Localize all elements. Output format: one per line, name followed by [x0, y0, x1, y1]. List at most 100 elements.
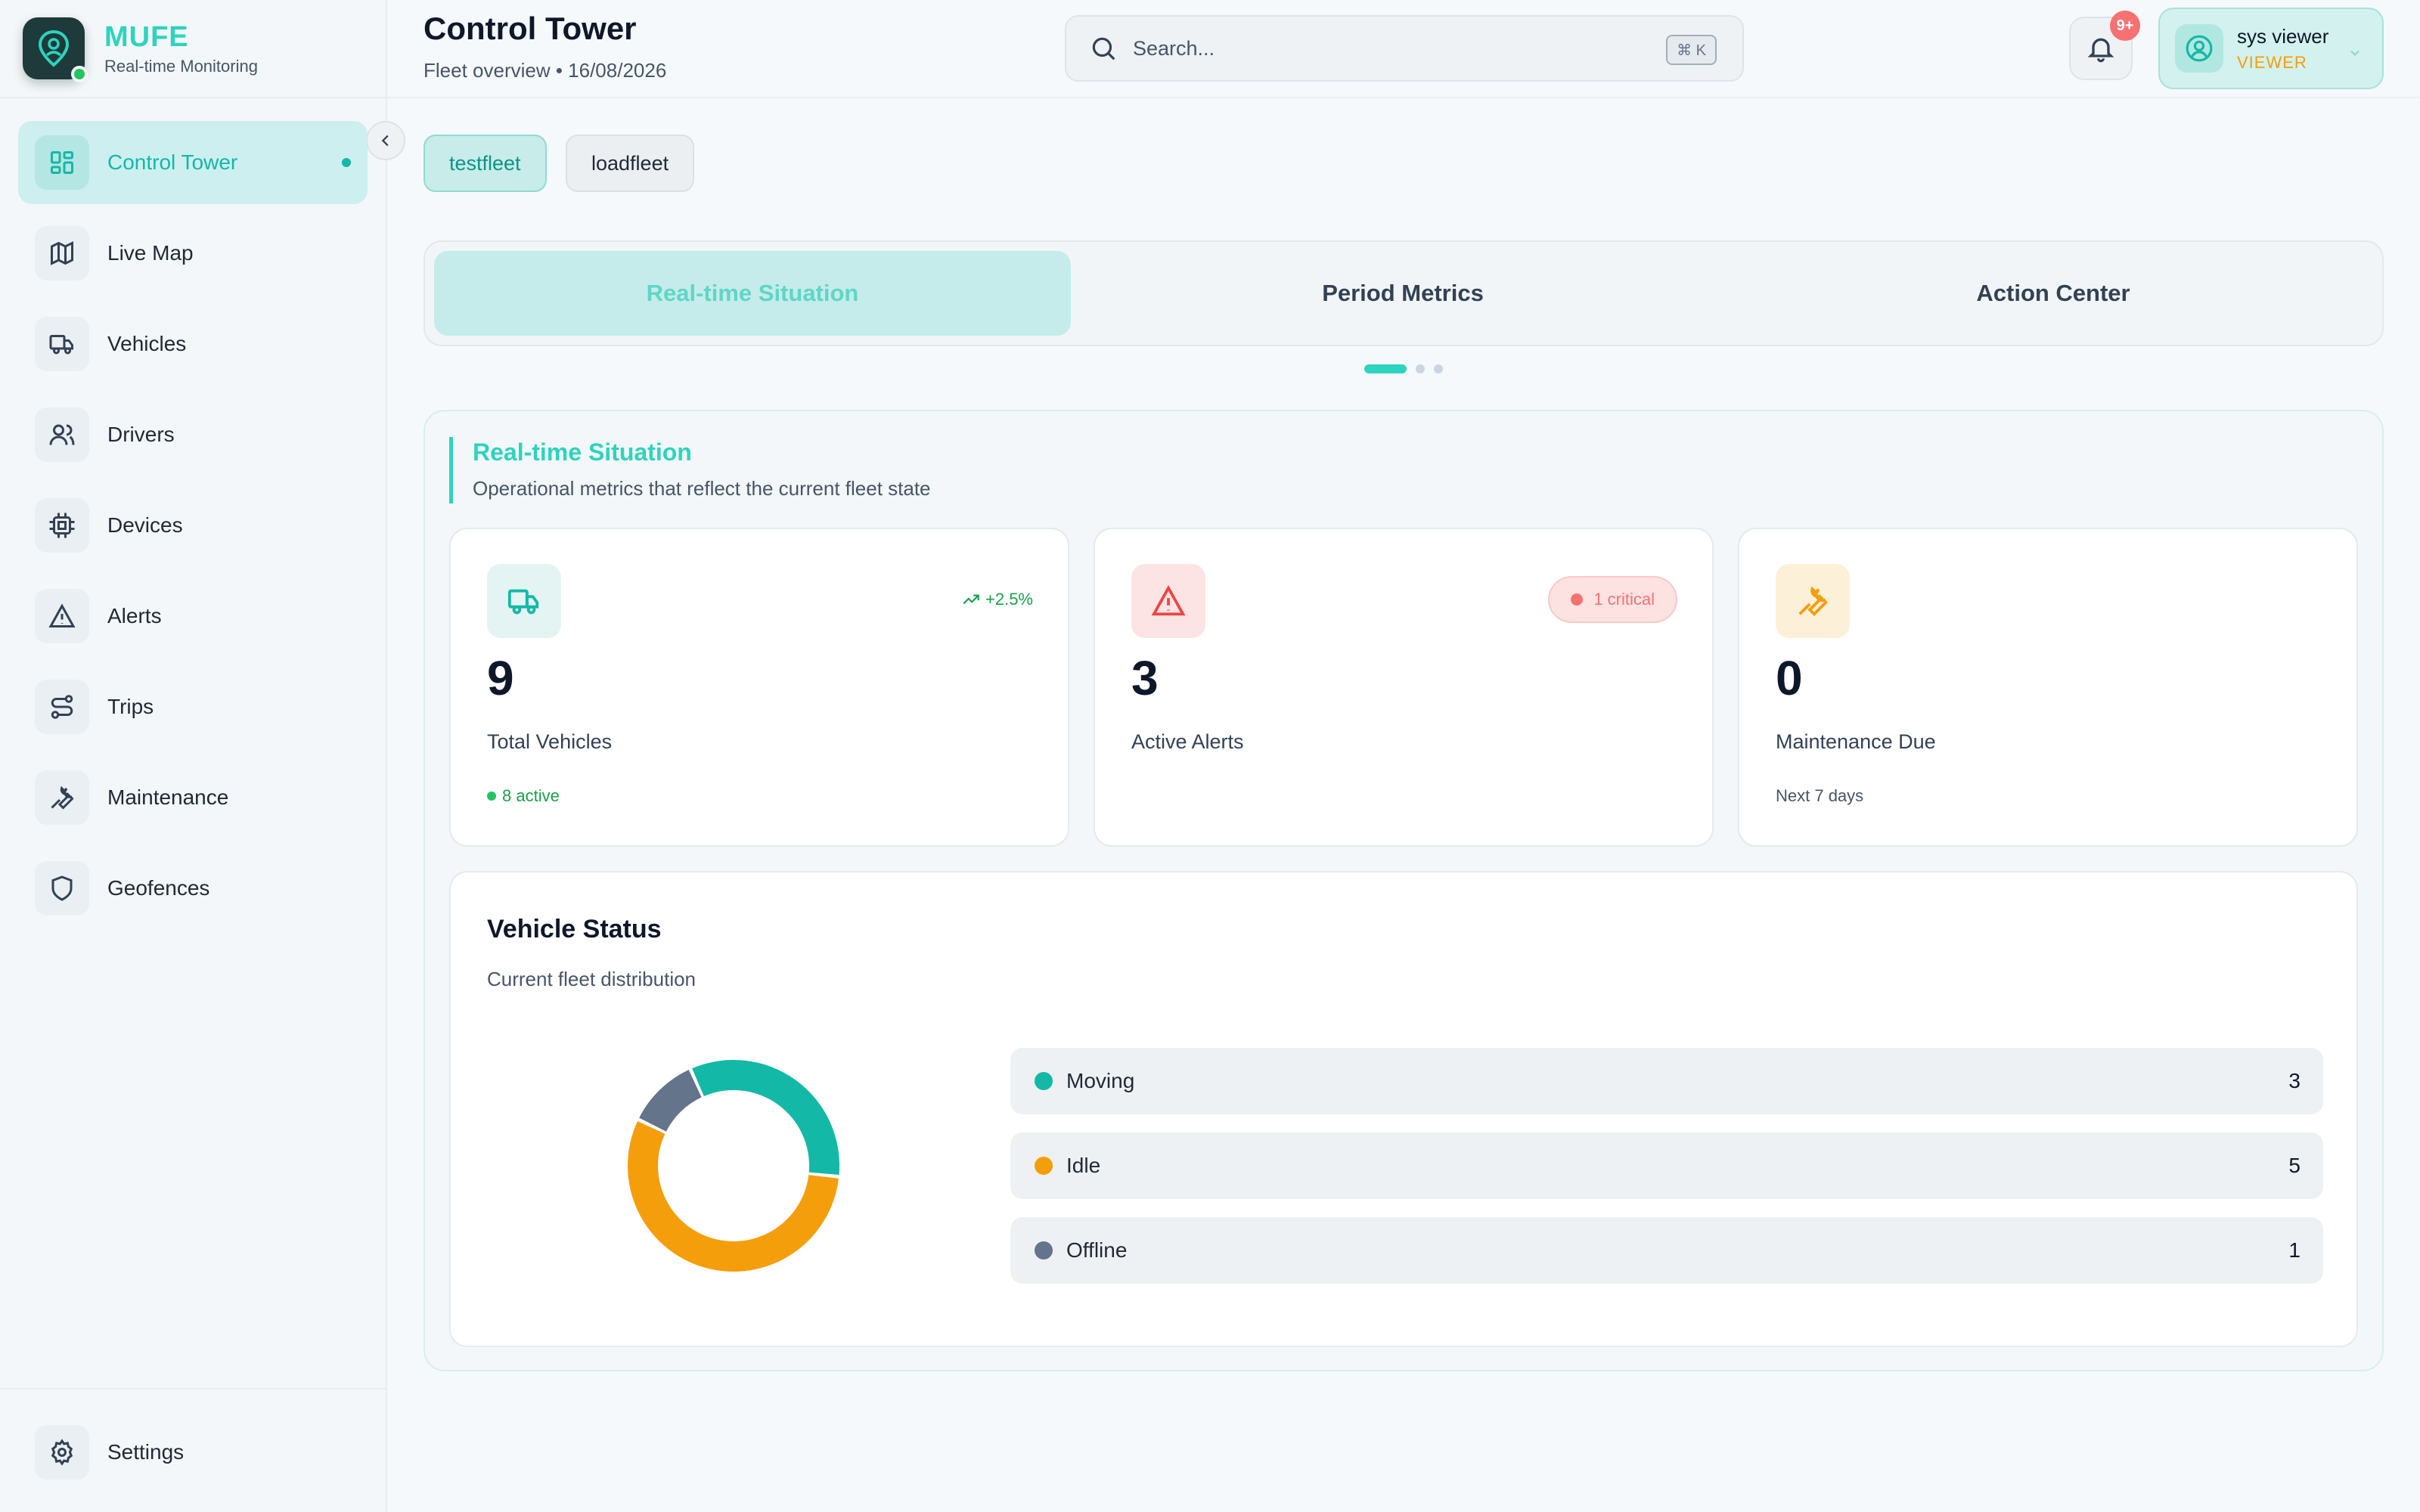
sidebar-item-devices[interactable]: Devices [18, 484, 368, 567]
legend-row-idle[interactable]: Idle 5 [1010, 1132, 2323, 1199]
user-avatar-icon [2175, 24, 2223, 73]
sidebar-item-alerts[interactable]: Alerts [18, 575, 368, 658]
sidebar-item-vehicles[interactable]: Vehicles [18, 302, 368, 386]
fleet-chip-loadfleet[interactable]: loadfleet [566, 135, 695, 192]
view-tabs: Real-time Situation Period Metrics Actio… [424, 240, 2384, 346]
sidebar-item-label: Vehicles [107, 332, 187, 355]
active-indicator [342, 158, 351, 167]
sidebar-item-label: Maintenance [107, 785, 229, 809]
legend-dot [1035, 1157, 1053, 1175]
wrench-icon [1776, 564, 1850, 638]
pager-dot[interactable] [1434, 364, 1443, 373]
user-name: sys viewer [2237, 24, 2329, 48]
user-menu-button[interactable]: sys viewer VIEWER [2158, 8, 2384, 89]
sidebar-item-drivers[interactable]: Drivers [18, 393, 368, 476]
divider [0, 1388, 387, 1390]
brand-logo-icon [23, 17, 88, 82]
brand-subtitle: Real-time Monitoring [104, 57, 258, 76]
sidebar-item-maintenance[interactable]: Maintenance [18, 756, 368, 839]
section-title: Real-time Situation [473, 438, 692, 466]
active-alerts-label: Active Alerts [1131, 730, 1244, 753]
sidebar-item-live-map[interactable]: Live Map [18, 212, 368, 295]
search-input[interactable]: Search... ⌘ K [1065, 15, 1744, 82]
trending-up-icon [963, 594, 979, 605]
alert-triangle-icon [35, 589, 89, 643]
users-icon [35, 407, 89, 462]
critical-dot [1571, 593, 1584, 606]
legend-count: 1 [2288, 1238, 2301, 1262]
pager-dot-active[interactable] [1364, 364, 1407, 373]
total-vehicles-card[interactable]: +2.5% 9 Total Vehicles 8 active [449, 528, 1069, 847]
cpu-icon [35, 498, 89, 553]
legend-dot [1035, 1241, 1053, 1259]
notification-badge: 9+ [2110, 11, 2140, 41]
tab-real-time-situation[interactable]: Real-time Situation [434, 251, 1071, 336]
donut-segment-offline [639, 1070, 702, 1132]
legend-count: 3 [2288, 1069, 2301, 1092]
total-vehicles-value: 9 [487, 651, 514, 705]
layout-grid-icon [35, 135, 89, 190]
truck-icon [35, 317, 89, 371]
sidebar-item-label: Drivers [107, 423, 175, 446]
fleet-chip-testfleet[interactable]: testfleet [424, 135, 547, 192]
active-vehicles-note: 8 active [487, 786, 560, 806]
page-title: Control Tower [424, 11, 637, 46]
user-role: VIEWER [2237, 52, 2307, 72]
vehicle-status-subtitle: Current fleet distribution [487, 968, 697, 990]
legend-dot [1035, 1072, 1053, 1090]
chevron-down-icon [2350, 50, 2360, 56]
alert-triangle-icon [1131, 564, 1205, 638]
section-header: Real-time Situation Operational metrics … [449, 437, 931, 503]
sidebar-item-label: Live Map [107, 241, 194, 265]
sidebar: MUFE Real-time Monitoring Control Tower … [0, 0, 387, 1512]
divider [0, 97, 387, 98]
sidebar-item-label: Alerts [107, 604, 162, 627]
active-vehicles-text: 8 active [502, 786, 560, 805]
sidebar-item-label: Trips [107, 695, 154, 718]
active-alerts-card[interactable]: 1 critical 3 Active Alerts [1094, 528, 1714, 847]
critical-badge: 1 critical [1548, 576, 1677, 623]
page-subtitle: Fleet overview • 16/08/2026 [424, 59, 667, 82]
wrench-icon [35, 770, 89, 825]
sidebar-item-geofences[interactable]: Geofences [18, 847, 368, 930]
section-subtitle: Operational metrics that reflect the cur… [473, 477, 931, 500]
sidebar-item-label: Devices [107, 513, 183, 537]
vehicle-status-donut-chart [628, 1060, 839, 1272]
notifications-button[interactable]: 9+ [2069, 11, 2140, 80]
trend-value: +2.5% [985, 590, 1033, 609]
map-icon [35, 226, 89, 280]
total-vehicles-label: Total Vehicles [487, 730, 613, 753]
sidebar-item-trips[interactable]: Trips [18, 665, 368, 748]
maintenance-due-card[interactable]: 0 Maintenance Due Next 7 days [1738, 528, 2358, 847]
legend-count: 5 [2288, 1154, 2301, 1177]
pager-dot[interactable] [1416, 364, 1425, 373]
sidebar-nav: Control Tower Live Map Vehicles Drivers [18, 121, 368, 937]
legend-label: Idle [1066, 1154, 1101, 1177]
active-dot [487, 792, 496, 801]
critical-text: 1 critical [1593, 590, 1655, 609]
tab-action-center[interactable]: Action Center [1735, 251, 2372, 336]
legend-row-offline[interactable]: Offline 1 [1010, 1217, 2323, 1284]
shield-icon [35, 861, 89, 916]
maintenance-period-note: Next 7 days [1776, 786, 1864, 805]
sidebar-item-label: Control Tower [107, 150, 238, 174]
vehicle-status-legend: Moving 3 Idle 5 Offline 1 [1010, 1048, 2323, 1302]
sidebar-item-label: Settings [107, 1440, 185, 1464]
legend-label: Moving [1066, 1069, 1135, 1092]
top-header: Control Tower Fleet overview • 16/08/202… [387, 0, 2420, 98]
tab-pager-dots [1364, 364, 1443, 373]
sidebar-item-control-tower[interactable]: Control Tower [18, 121, 368, 204]
vehicle-status-card: Vehicle Status Current fleet distributio… [449, 871, 2358, 1347]
chevron-left-icon [381, 135, 389, 147]
collapse-sidebar-button[interactable] [366, 121, 405, 160]
sidebar-item-settings[interactable]: Settings [18, 1411, 368, 1494]
legend-row-moving[interactable]: Moving 3 [1010, 1048, 2323, 1114]
active-alerts-value: 3 [1131, 651, 1159, 705]
brand[interactable]: MUFE Real-time Monitoring [23, 17, 258, 82]
gear-icon [35, 1425, 89, 1479]
maintenance-due-value: 0 [1776, 651, 1803, 705]
online-status-dot [71, 66, 88, 82]
tab-period-metrics[interactable]: Period Metrics [1084, 251, 1721, 336]
sidebar-item-label: Geofences [107, 876, 210, 900]
donut-segment-moving [692, 1060, 839, 1176]
